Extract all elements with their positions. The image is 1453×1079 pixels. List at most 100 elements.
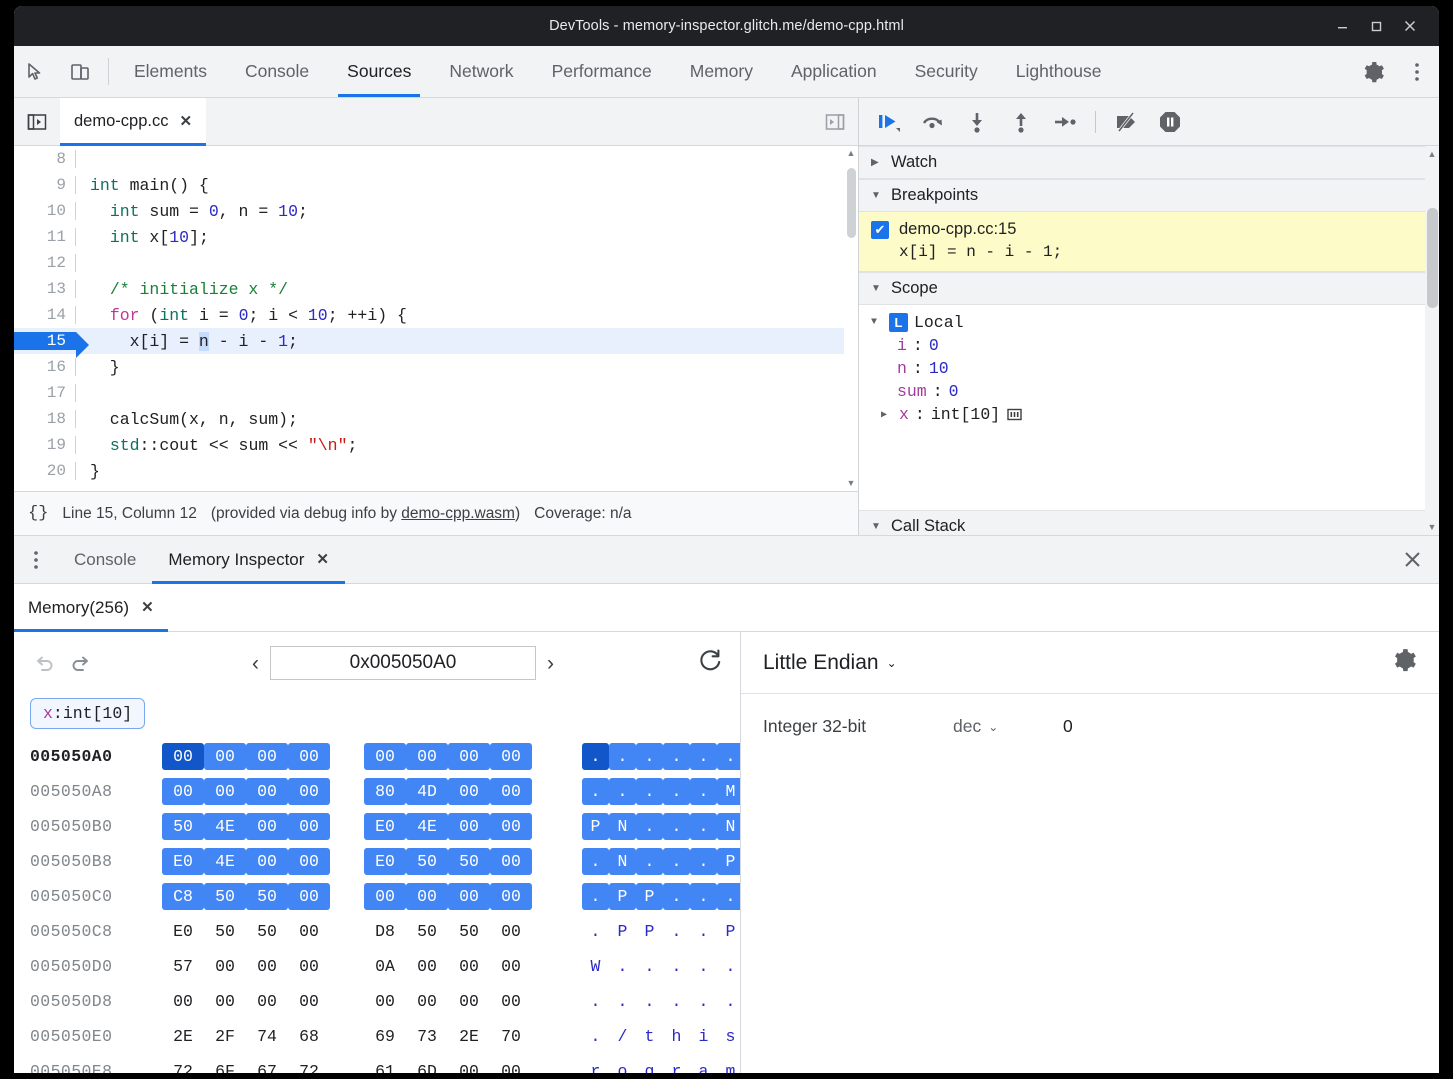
inspect-cursor-icon[interactable] xyxy=(14,46,58,97)
tab-lighthouse[interactable]: Lighthouse xyxy=(997,46,1121,97)
memory-byte[interactable]: 00 xyxy=(246,848,288,875)
memory-byte[interactable]: 6F xyxy=(204,1058,246,1073)
ascii-char[interactable]: M xyxy=(717,778,740,805)
memory-byte[interactable]: 50 xyxy=(406,848,448,875)
memory-byte[interactable]: 00 xyxy=(288,848,330,875)
memory-row[interactable]: 005050C0C850500000000000.PP..... xyxy=(30,879,740,914)
ascii-char[interactable]: g xyxy=(636,1058,663,1073)
memory-byte[interactable]: 50 xyxy=(448,848,490,875)
code-line[interactable]: 15 x[i] = n - i - 1; xyxy=(14,328,858,354)
step-icon[interactable] xyxy=(1049,106,1081,138)
memory-row[interactable]: 005050A800000000804D0000.....M.. xyxy=(30,774,740,809)
scope-var-i[interactable]: i: 0 xyxy=(859,334,1439,357)
memory-byte[interactable]: 80 xyxy=(364,778,406,805)
memory-byte[interactable]: 00 xyxy=(490,883,532,910)
scope-group-local[interactable]: ▼ L Local xyxy=(859,311,1439,334)
memory-byte[interactable]: 0A xyxy=(364,953,406,980)
code-line[interactable]: 18 calcSum(x, n, sum); xyxy=(14,406,858,432)
minimize-button[interactable] xyxy=(1325,11,1359,41)
code-line[interactable]: 9int main() { xyxy=(14,172,858,198)
memory-row[interactable]: 005050D80000000000000000........ xyxy=(30,984,740,1019)
ascii-char[interactable]: P xyxy=(717,918,740,945)
memory-chip-icon[interactable] xyxy=(1006,406,1023,423)
code-line[interactable]: 19 std::cout << sum << "\n"; xyxy=(14,432,858,458)
memory-byte[interactable]: 00 xyxy=(162,778,204,805)
code-line[interactable]: 14 for (int i = 0; i < 10; ++i) { xyxy=(14,302,858,328)
hex-viewer[interactable]: 005050A00000000000000000........005050A8… xyxy=(14,739,740,1073)
memory-byte[interactable]: 00 xyxy=(246,743,288,770)
step-into-icon[interactable] xyxy=(961,106,993,138)
ascii-char[interactable]: W xyxy=(582,953,609,980)
ascii-char[interactable]: . xyxy=(582,883,609,910)
line-number[interactable]: 11 xyxy=(14,228,76,246)
ascii-char[interactable]: . xyxy=(663,743,690,770)
memory-byte[interactable]: 00 xyxy=(288,918,330,945)
refresh-icon[interactable] xyxy=(697,647,724,679)
memory-byte[interactable]: 67 xyxy=(246,1058,288,1073)
ascii-char[interactable]: . xyxy=(663,778,690,805)
line-number[interactable]: 20 xyxy=(14,462,76,480)
line-number[interactable]: 13 xyxy=(14,280,76,298)
pretty-print-icon[interactable]: {} xyxy=(28,504,48,523)
ascii-char[interactable]: o xyxy=(609,1058,636,1073)
ascii-char[interactable]: P xyxy=(609,883,636,910)
memory-byte[interactable]: 00 xyxy=(406,743,448,770)
memory-row[interactable]: 005050E8726F6772616D0000rogram.. xyxy=(30,1054,740,1073)
memory-byte[interactable]: 68 xyxy=(288,1023,330,1050)
device-toolbar-icon[interactable] xyxy=(58,46,102,97)
tab-application[interactable]: Application xyxy=(772,46,896,97)
ascii-char[interactable]: . xyxy=(636,953,663,980)
memory-byte[interactable]: 00 xyxy=(490,743,532,770)
memory-byte[interactable]: 50 xyxy=(406,918,448,945)
scope-section-header[interactable]: ▼ Scope xyxy=(859,272,1439,305)
ascii-char[interactable]: . xyxy=(636,848,663,875)
line-number[interactable]: 19 xyxy=(14,436,76,454)
ascii-char[interactable]: . xyxy=(636,813,663,840)
memory-row[interactable]: 005050B0504E0000E04E0000PN...N.. xyxy=(30,809,740,844)
ascii-char[interactable]: . xyxy=(636,743,663,770)
memory-byte[interactable]: 00 xyxy=(204,988,246,1015)
ascii-char[interactable]: . xyxy=(582,778,609,805)
tab-sources[interactable]: Sources xyxy=(328,46,430,97)
ascii-char[interactable]: r xyxy=(663,1058,690,1073)
code-line[interactable]: 12 xyxy=(14,250,858,276)
memory-byte[interactable]: 2E xyxy=(448,1023,490,1050)
pause-on-exceptions-icon[interactable] xyxy=(1154,106,1186,138)
chevron-right-icon[interactable]: ▶ xyxy=(881,409,893,421)
memory-byte[interactable]: 00 xyxy=(448,778,490,805)
memory-byte[interactable]: E0 xyxy=(162,918,204,945)
memory-byte[interactable]: 74 xyxy=(246,1023,288,1050)
ascii-char[interactable]: . xyxy=(663,883,690,910)
memory-byte[interactable]: 00 xyxy=(448,743,490,770)
breakpoint-item[interactable]: ✔ demo-cpp.cc:15 x[i] = n - i - 1; xyxy=(859,212,1439,272)
memory-byte[interactable]: 00 xyxy=(288,813,330,840)
memory-byte[interactable]: 4E xyxy=(406,813,448,840)
memory-byte[interactable]: 72 xyxy=(162,1058,204,1073)
ascii-char[interactable]: . xyxy=(690,813,717,840)
memory-byte[interactable]: 2F xyxy=(204,1023,246,1050)
ascii-char[interactable]: P xyxy=(636,883,663,910)
resume-icon[interactable] xyxy=(873,106,905,138)
memory-byte[interactable]: 50 xyxy=(448,918,490,945)
memory-byte[interactable]: 00 xyxy=(448,988,490,1015)
undo-icon[interactable] xyxy=(30,648,60,678)
memory-byte[interactable]: 00 xyxy=(490,778,532,805)
scrollbar-thumb[interactable] xyxy=(847,168,856,238)
maximize-button[interactable] xyxy=(1359,11,1393,41)
ascii-char[interactable]: . xyxy=(717,743,740,770)
breakpoint-checkbox[interactable]: ✔ xyxy=(871,221,889,239)
call-stack-section-header[interactable]: ▼ Call Stack xyxy=(859,510,1425,535)
line-number[interactable]: 15 xyxy=(14,332,76,350)
ascii-char[interactable]: P xyxy=(609,918,636,945)
ascii-char[interactable]: h xyxy=(663,1023,690,1050)
memory-row[interactable]: 005050D0570000000A000000W....... xyxy=(30,949,740,984)
line-number[interactable]: 8 xyxy=(14,150,76,168)
address-input[interactable]: 0x005050A0 xyxy=(270,646,536,680)
memory-byte[interactable]: 72 xyxy=(288,1058,330,1073)
memory-byte[interactable]: E0 xyxy=(162,848,204,875)
memory-byte[interactable]: 70 xyxy=(490,1023,532,1050)
code-line[interactable]: 17 xyxy=(14,380,858,406)
close-button[interactable] xyxy=(1393,11,1427,41)
show-debugger-icon[interactable] xyxy=(812,98,858,145)
memory-byte[interactable]: 50 xyxy=(162,813,204,840)
